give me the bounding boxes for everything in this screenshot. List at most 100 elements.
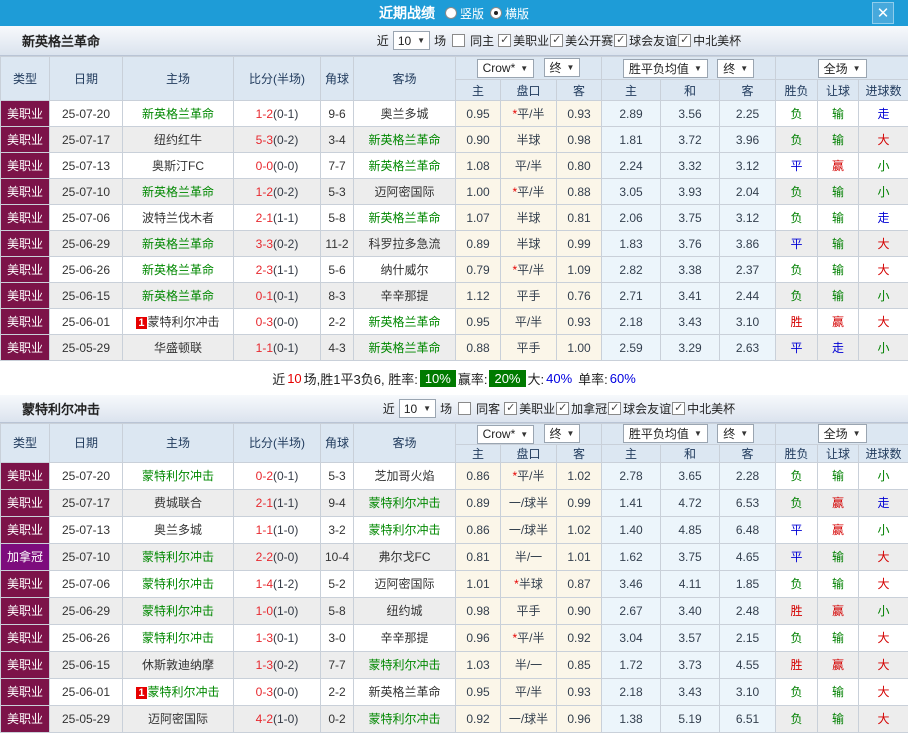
match-row: 美职业 25-06-26 新英格兰革命 2-3(1-1) 5-6 纳什威尔 0.79 *平/半… xyxy=(0,256,908,283)
handicap-away-odds-cell: 1.00 xyxy=(555,334,603,361)
league-checkbox[interactable] xyxy=(556,401,570,415)
away-team-cell: 纽约城 xyxy=(353,596,456,625)
vertical-radio-label[interactable]: 竖版 xyxy=(460,5,484,22)
horizontal-radio[interactable] xyxy=(490,7,502,19)
scope-dropdown[interactable]: 全场 ▼ xyxy=(817,58,867,78)
rank-badge: 1 xyxy=(136,317,147,329)
match-row: 美职业 25-07-17 费城联合 2-1(1-1) 9-4 蒙特利尔冲击 0.89 一/球半… xyxy=(0,488,908,517)
team-name-text: 芝加哥火焰 xyxy=(374,469,435,483)
col-odds-home: 主 xyxy=(601,79,662,101)
away-team-cell: 新英格兰革命 xyxy=(353,204,456,231)
handicap-away-odds-cell: 0.88 xyxy=(555,178,603,205)
league-checkbox[interactable] xyxy=(504,401,518,415)
match-type-cell: 美职业 xyxy=(0,256,50,283)
horizontal-radio-label[interactable]: 横版 xyxy=(505,5,529,22)
match-date-cell: 25-06-01 xyxy=(49,677,123,706)
away-team-cell: 蒙特利尔冲击 xyxy=(353,704,456,733)
league-checkbox[interactable] xyxy=(550,33,564,47)
col-handicap-away: 客 xyxy=(555,79,603,101)
result-outcome-cell: 胜 xyxy=(775,308,819,335)
away-team-cell: 新英格兰革命 xyxy=(353,126,456,153)
result-outcome-cell: 胜 xyxy=(775,596,819,625)
match-type-cell: 美职业 xyxy=(0,204,50,231)
league-checkbox[interactable] xyxy=(614,33,628,47)
same-venue-checkbox[interactable] xyxy=(458,402,472,415)
same-venue-label: 同客 xyxy=(476,402,501,416)
final-dropdown-2[interactable]: 终 ▼ xyxy=(717,58,755,78)
league-checkbox[interactable] xyxy=(672,401,686,415)
handicap-home-odds-cell: 0.95 xyxy=(455,308,501,335)
odds-draw-cell: 3.65 xyxy=(660,461,721,490)
league-checkbox[interactable] xyxy=(608,401,622,415)
handicap-group-header: Crow* ▼ 终 ▼ xyxy=(454,423,603,445)
team-name-text: 弗尔戈FC xyxy=(378,550,431,564)
team-name-text: 蒙特利尔冲击 xyxy=(141,577,214,591)
handicap-away-odds-cell: 0.87 xyxy=(555,569,603,598)
away-team-cell: 蒙特利尔冲击 xyxy=(353,515,456,544)
away-team-cell: 辛辛那提 xyxy=(353,623,456,652)
corner-cell: 7-7 xyxy=(320,152,354,179)
handicap-home-odds-cell: 0.92 xyxy=(455,704,501,733)
handicap-line-cell: *半球 xyxy=(500,569,557,598)
away-team-cell: 辛辛那提 xyxy=(353,282,456,309)
final-dropdown-2[interactable]: 终 ▼ xyxy=(717,424,755,444)
wdl-dropdown[interactable]: 胜平负均值 ▼ xyxy=(622,424,708,444)
handicap-home-odds-cell: 0.79 xyxy=(455,256,501,283)
match-count-select[interactable]: 10 ▼ xyxy=(398,399,437,418)
result-goals-cell: 大 xyxy=(858,542,908,571)
result-handicap-cell: 输 xyxy=(817,204,860,231)
result-handicap-cell: 输 xyxy=(817,126,860,153)
match-row: 美职业 25-07-17 纽约红牛 5-3(0-2) 3-4 新英格兰革命 0.90 半球 0.… xyxy=(0,126,908,153)
handicap-line-cell: 平手 xyxy=(500,596,557,625)
handicap-home-odds-cell: 1.07 xyxy=(455,204,501,231)
score-cell: 2-2(0-0) xyxy=(233,542,321,571)
match-count-select[interactable]: 10 ▼ xyxy=(392,31,431,50)
score-cell: 2-3(1-1) xyxy=(233,256,321,283)
close-icon[interactable]: ✕ xyxy=(872,2,894,24)
col-result-wdl: 胜负 xyxy=(775,443,819,463)
result-outcome-cell: 负 xyxy=(775,461,819,490)
final-dropdown-1[interactable]: 终 ▼ xyxy=(543,424,581,443)
col-odds-home: 主 xyxy=(601,443,662,463)
result-goals-cell: 大 xyxy=(858,650,908,679)
handicap-home-odds-cell: 0.81 xyxy=(455,542,501,571)
match-date-cell: 25-07-20 xyxy=(49,461,123,490)
handicap-away-odds-cell: 0.98 xyxy=(555,126,603,153)
league-checkbox[interactable] xyxy=(498,33,512,47)
result-handicap-cell: 输 xyxy=(817,623,860,652)
match-row: 美职业 25-07-10 新英格兰革命 1-2(0-2) 5-3 迈阿密国际 1.00 *平/… xyxy=(0,178,908,205)
handicap-away-odds-cell: 1.01 xyxy=(555,542,603,571)
final-dropdown-1[interactable]: 终 ▼ xyxy=(543,58,581,78)
scope-dropdown[interactable]: 全场 ▼ xyxy=(817,424,867,444)
match-date-cell: 25-06-26 xyxy=(49,256,123,283)
league-checkbox[interactable] xyxy=(678,33,692,47)
handicap-line-cell: 平手 xyxy=(500,334,557,361)
handicap-home-odds-cell: 0.88 xyxy=(455,334,501,361)
home-team-cell: 1 蒙特利尔冲击 xyxy=(122,677,234,706)
wdl-dropdown[interactable]: 胜平负均值 ▼ xyxy=(622,58,708,78)
league-checkbox-group: 美职业 美公开赛 球会友谊 中北美杯 xyxy=(497,32,741,49)
match-row: 美职业 25-07-13 奥兰多城 1-1(1-0) 3-2 蒙特利尔冲击 0.86 一/球半… xyxy=(0,515,908,544)
result-goals-cell: 大 xyxy=(858,704,908,733)
vertical-radio[interactable] xyxy=(444,7,457,19)
match-row: 美职业 25-06-29 蒙特利尔冲击 1-0(1-0) 5-8 纽约城 0.98 平手 0.9… xyxy=(0,596,908,625)
odds-away-win-cell: 3.10 xyxy=(719,308,777,335)
company-dropdown[interactable]: Crow* ▼ xyxy=(476,424,535,444)
match-type-cell: 美职业 xyxy=(0,650,50,679)
result-goals-cell: 小 xyxy=(858,334,908,361)
odds-draw-cell: 3.75 xyxy=(660,204,721,231)
handicap-group-header: Crow* ▼ 终 ▼ xyxy=(454,56,603,80)
match-row: 美职业 25-07-06 波特兰伐木者 2-1(1-1) 5-8 新英格兰革命 1.07 半球… xyxy=(0,204,908,231)
home-team-cell: 新英格兰革命 xyxy=(122,230,234,257)
company-dropdown[interactable]: Crow* ▼ xyxy=(476,58,535,78)
odds-away-win-cell: 3.86 xyxy=(719,230,777,257)
same-venue-checkbox[interactable] xyxy=(452,34,466,47)
odds-draw-cell: 3.73 xyxy=(660,650,721,679)
handicap-away-odds-cell: 0.90 xyxy=(555,596,603,625)
score-cell: 0-1(0-1) xyxy=(233,282,321,309)
team-name-text: 新英格兰革命 xyxy=(141,107,214,121)
handicap-away-odds-cell: 0.76 xyxy=(555,282,603,309)
team-name-text: 华盛顿联 xyxy=(153,341,202,355)
layout-radio-group: 竖版 横版 xyxy=(439,5,529,22)
match-date-cell: 25-06-15 xyxy=(49,282,123,309)
